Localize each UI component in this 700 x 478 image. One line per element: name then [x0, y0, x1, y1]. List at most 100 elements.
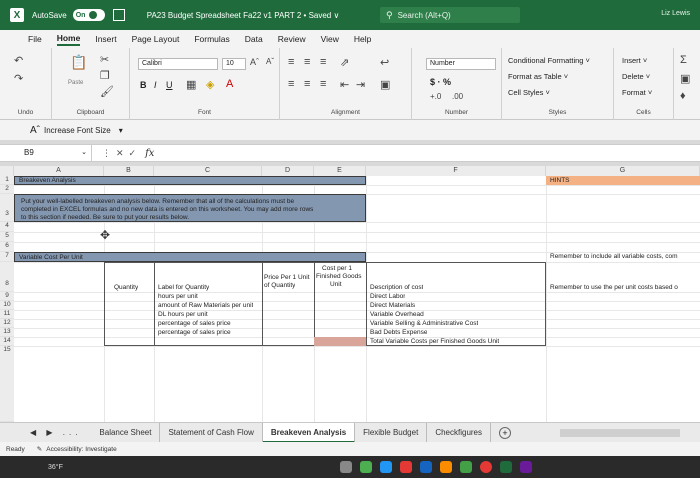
row-header[interactable]: 13: [0, 328, 14, 337]
increase-font-icon[interactable]: Aˆ: [30, 125, 40, 136]
instructions-band[interactable]: Put your well-labelled breakeven analysi…: [14, 194, 366, 222]
align-right-icon[interactable]: ≡: [320, 78, 326, 90]
cancel-icon[interactable]: ✕: [116, 148, 129, 158]
name-box[interactable]: B9 ⌄: [0, 144, 92, 162]
font-grow-icon[interactable]: Aˆ: [250, 57, 259, 67]
row-header[interactable]: 2: [0, 185, 14, 194]
paste-icon[interactable]: 📋: [70, 54, 87, 71]
horizontal-scrollbar[interactable]: [560, 429, 680, 437]
column-header-d[interactable]: D: [262, 166, 314, 176]
tab-formulas[interactable]: Formulas: [194, 34, 229, 44]
total-cost-cell[interactable]: [314, 337, 366, 346]
row-header[interactable]: 7: [0, 252, 14, 262]
row-header[interactable]: 1: [0, 176, 14, 185]
sheet-tab-cash-flow[interactable]: Statement of Cash Flow: [160, 422, 263, 443]
format-painter-icon[interactable]: 🖌: [100, 85, 114, 98]
indent-icon[interactable]: ⇤: [340, 78, 349, 91]
autosum-icon[interactable]: Σ: [680, 54, 687, 66]
italic-button[interactable]: I: [154, 80, 157, 90]
orientation-icon[interactable]: ⇗: [340, 56, 349, 69]
row-header[interactable]: 12: [0, 319, 14, 328]
copy-icon[interactable]: ❐: [100, 69, 110, 82]
add-sheet-icon[interactable]: +: [499, 426, 511, 439]
currency-percent-buttons[interactable]: $ · %: [430, 77, 451, 87]
taskbar-app-icon[interactable]: [360, 461, 372, 473]
align-left-icon[interactable]: ≡: [288, 78, 294, 90]
spreadsheet-grid[interactable]: A B C D E F G 1 2 3 4 5 6 7 8 9 10 11 12…: [0, 166, 700, 422]
tab-home[interactable]: Home: [56, 33, 81, 46]
accessibility-icon[interactable]: ✎: [37, 445, 42, 453]
strip-dropdown-icon[interactable]: ▾: [119, 126, 123, 135]
autosave-toggle[interactable]: On: [72, 9, 105, 21]
row-header[interactable]: 9: [0, 292, 14, 301]
merge-center-icon[interactable]: ▣: [380, 78, 390, 91]
name-box-dropdown-icon[interactable]: ⌄: [81, 144, 87, 162]
row-header[interactable]: 14: [0, 337, 14, 346]
column-header-b[interactable]: B: [104, 166, 154, 176]
desc-row-13[interactable]: Bad Debts Expense: [370, 329, 427, 336]
tab-insert[interactable]: Insert: [95, 34, 116, 44]
row-header[interactable]: 3: [0, 194, 14, 222]
taskbar-app-icon[interactable]: [380, 461, 392, 473]
user-name[interactable]: Liz Lewis: [661, 10, 690, 17]
insert-cells-button[interactable]: Insert ˅: [622, 56, 647, 65]
underline-button[interactable]: U: [166, 80, 173, 90]
number-format-select[interactable]: Number: [426, 58, 496, 70]
fill-icon[interactable]: ▣: [680, 72, 690, 85]
select-all-corner[interactable]: [0, 166, 14, 176]
paste-label[interactable]: Paste: [68, 80, 83, 86]
label-row-10[interactable]: amount of Raw Materials per unit: [158, 302, 253, 309]
cut-icon[interactable]: ✂: [100, 53, 109, 66]
clear-icon[interactable]: ♦: [680, 90, 686, 102]
bold-button[interactable]: B: [140, 80, 147, 90]
column-header-g[interactable]: G: [546, 166, 700, 176]
row-header[interactable]: 15: [0, 346, 14, 422]
delete-cells-button[interactable]: Delete ˅: [622, 72, 650, 81]
taskbar-app-icon[interactable]: [420, 461, 432, 473]
font-size-select[interactable]: 10: [222, 58, 246, 70]
sheet-nav-icon[interactable]: ◀ ▶ ...: [30, 428, 81, 437]
outdent-icon[interactable]: ⇥: [356, 78, 365, 91]
title-band[interactable]: Breakeven Analysis: [14, 176, 366, 185]
tab-help[interactable]: Help: [354, 34, 371, 44]
taskbar-app-icon[interactable]: [440, 461, 452, 473]
column-header-f[interactable]: F: [366, 166, 546, 176]
tab-file[interactable]: File: [28, 34, 42, 44]
hints-band[interactable]: HINTS: [546, 176, 700, 185]
tab-view[interactable]: View: [321, 34, 339, 44]
document-title[interactable]: PA23 Budget Spreadsheet Fa22 v1 PART 2 •…: [147, 11, 340, 20]
sheet-tab-flexible-budget[interactable]: Flexible Budget: [355, 422, 428, 443]
sheet-tab-balance-sheet[interactable]: Balance Sheet: [91, 422, 161, 443]
wrap-text-icon[interactable]: ↩: [380, 56, 389, 69]
chrome-icon[interactable]: [480, 461, 492, 473]
align-bottom-icon[interactable]: ≡: [320, 56, 326, 68]
font-name-select[interactable]: Calibri: [138, 58, 218, 70]
align-middle-icon[interactable]: ≡: [304, 56, 310, 68]
save-icon[interactable]: [112, 9, 125, 21]
tab-data[interactable]: Data: [245, 34, 263, 44]
redo-icon[interactable]: ↷: [14, 72, 23, 85]
sheet-tab-checkfigures[interactable]: Checkfigures: [427, 422, 491, 443]
cell-styles-button[interactable]: Cell Styles ˅: [508, 88, 550, 97]
row-header[interactable]: 10: [0, 301, 14, 310]
label-row-11[interactable]: DL hours per unit: [158, 311, 208, 318]
desc-row-9[interactable]: Direct Labor: [370, 293, 405, 300]
taskbar-app-icon[interactable]: [340, 461, 352, 473]
label-row-12[interactable]: percentage of sales price: [158, 320, 231, 327]
column-header-a[interactable]: A: [14, 166, 104, 176]
label-row-13[interactable]: percentage of sales price: [158, 329, 231, 336]
taskbar-app-icon[interactable]: [520, 461, 532, 473]
decrease-decimal-icon[interactable]: .00: [452, 92, 463, 101]
row-header[interactable]: 8: [0, 262, 14, 292]
conditional-formatting-button[interactable]: Conditional Formatting ˅: [508, 56, 590, 65]
tab-page-layout[interactable]: Page Layout: [132, 34, 180, 44]
desc-row-11[interactable]: Variable Overhead: [370, 311, 424, 318]
label-row-9[interactable]: hours per unit: [158, 293, 198, 300]
row-header[interactable]: 11: [0, 310, 14, 319]
row-header[interactable]: 5: [0, 232, 14, 242]
search-box[interactable]: ⚲ Search (Alt+Q): [380, 7, 520, 23]
column-header-c[interactable]: C: [154, 166, 262, 176]
variable-cost-band[interactable]: Variable Cost Per Unit: [14, 252, 366, 262]
font-color-icon[interactable]: A: [226, 78, 233, 90]
format-as-table-button[interactable]: Format as Table ˅: [508, 72, 568, 81]
